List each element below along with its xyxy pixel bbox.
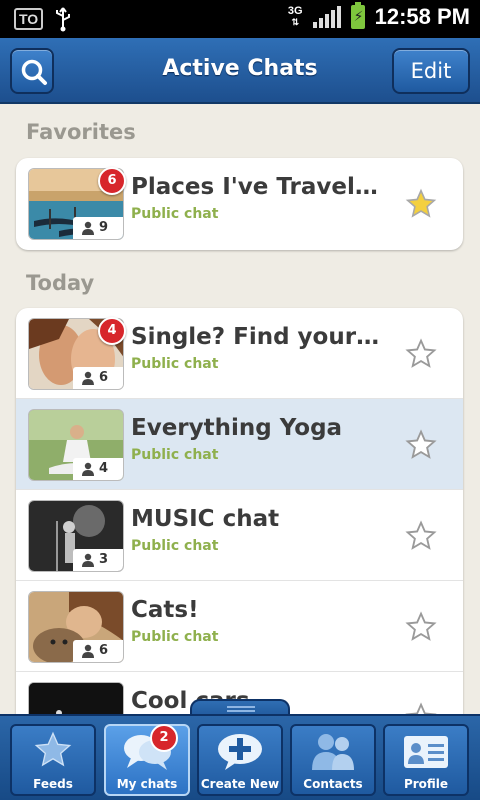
- star-icon[interactable]: [405, 429, 437, 461]
- edit-button[interactable]: Edit: [392, 48, 470, 94]
- usb-icon: [56, 7, 71, 32]
- person-icon: [82, 553, 94, 567]
- signal-icon: [312, 6, 341, 28]
- chat-type: Public chat: [131, 356, 219, 372]
- chat-thumbnail: 4: [28, 409, 124, 481]
- person-icon: [82, 462, 94, 476]
- tab-create-new[interactable]: Create New: [197, 724, 283, 796]
- section-title-favorites: Favorites: [26, 120, 136, 144]
- tab-label: Create New: [200, 777, 280, 791]
- today-card: 6 4 Single? Find your m... Public chat 4: [16, 308, 463, 728]
- member-count: 6: [73, 640, 123, 662]
- chat-row-single[interactable]: 6 4 Single? Find your m... Public chat: [16, 308, 463, 399]
- tab-contacts[interactable]: Contacts: [290, 724, 376, 796]
- plus-bubble-icon: [218, 734, 262, 770]
- tab-label: My chats: [116, 777, 178, 791]
- chat-type: Public chat: [131, 206, 219, 222]
- tab-label: Profile: [403, 777, 449, 791]
- clock: 12:58 PM: [374, 4, 470, 29]
- tab-profile[interactable]: Profile: [383, 724, 469, 796]
- unread-badge: 2: [150, 724, 178, 752]
- favorites-card: 9 6 Places I've Traveled Public chat: [16, 158, 463, 250]
- member-count: 3: [73, 549, 123, 571]
- person-icon: [82, 221, 94, 235]
- chat-title: Places I've Traveled: [131, 174, 381, 200]
- chat-title: Everything Yoga: [131, 415, 343, 441]
- tab-label: Feeds: [33, 777, 73, 791]
- people-icon: [312, 734, 354, 770]
- chat-title: MUSIC chat: [131, 506, 280, 532]
- chat-thumbnail: 6: [28, 591, 124, 663]
- member-count: 9: [73, 217, 123, 239]
- chat-type: Public chat: [131, 629, 219, 645]
- chat-row-places[interactable]: 9 6 Places I've Traveled Public chat: [16, 158, 463, 249]
- person-icon: [82, 644, 94, 658]
- status-bar: TO 3G ⇅ ⚡ 12:58 PM: [0, 0, 480, 38]
- to-icon: TO: [14, 8, 44, 30]
- unread-badge: 6: [98, 167, 126, 195]
- star-icon-filled[interactable]: [405, 188, 437, 220]
- chat-title: Cats!: [131, 597, 199, 623]
- chat-row-cats[interactable]: 6 Cats! Public chat: [16, 581, 463, 672]
- tab-feeds[interactable]: Feeds: [10, 724, 96, 796]
- star-icon[interactable]: [405, 611, 437, 643]
- person-icon: [82, 371, 94, 385]
- chat-type: Public chat: [131, 447, 219, 463]
- section-title-today: Today: [26, 271, 95, 295]
- header-bar: Active Chats Edit: [0, 38, 480, 104]
- star-icon: [34, 731, 72, 767]
- bottom-tab-bar: Feeds 2 My chats Create New Contacts Pro…: [0, 714, 480, 800]
- member-count: 4: [73, 458, 123, 480]
- network-type: 3G ⇅: [287, 5, 303, 28]
- unread-badge: 4: [98, 317, 126, 345]
- chat-row-yoga[interactable]: 4 Everything Yoga Public chat: [16, 399, 463, 490]
- battery-icon: ⚡: [350, 2, 365, 29]
- member-count: 6: [73, 367, 123, 389]
- tab-my-chats[interactable]: 2 My chats: [104, 724, 190, 796]
- star-icon[interactable]: [405, 520, 437, 552]
- chat-type: Public chat: [131, 538, 219, 554]
- chat-row-music[interactable]: 3 MUSIC chat Public chat: [16, 490, 463, 581]
- star-icon[interactable]: [405, 338, 437, 370]
- chat-title: Single? Find your m...: [131, 324, 381, 350]
- chat-thumbnail: 3: [28, 500, 124, 572]
- tab-label: Contacts: [303, 777, 363, 791]
- profile-card-icon: [404, 736, 448, 768]
